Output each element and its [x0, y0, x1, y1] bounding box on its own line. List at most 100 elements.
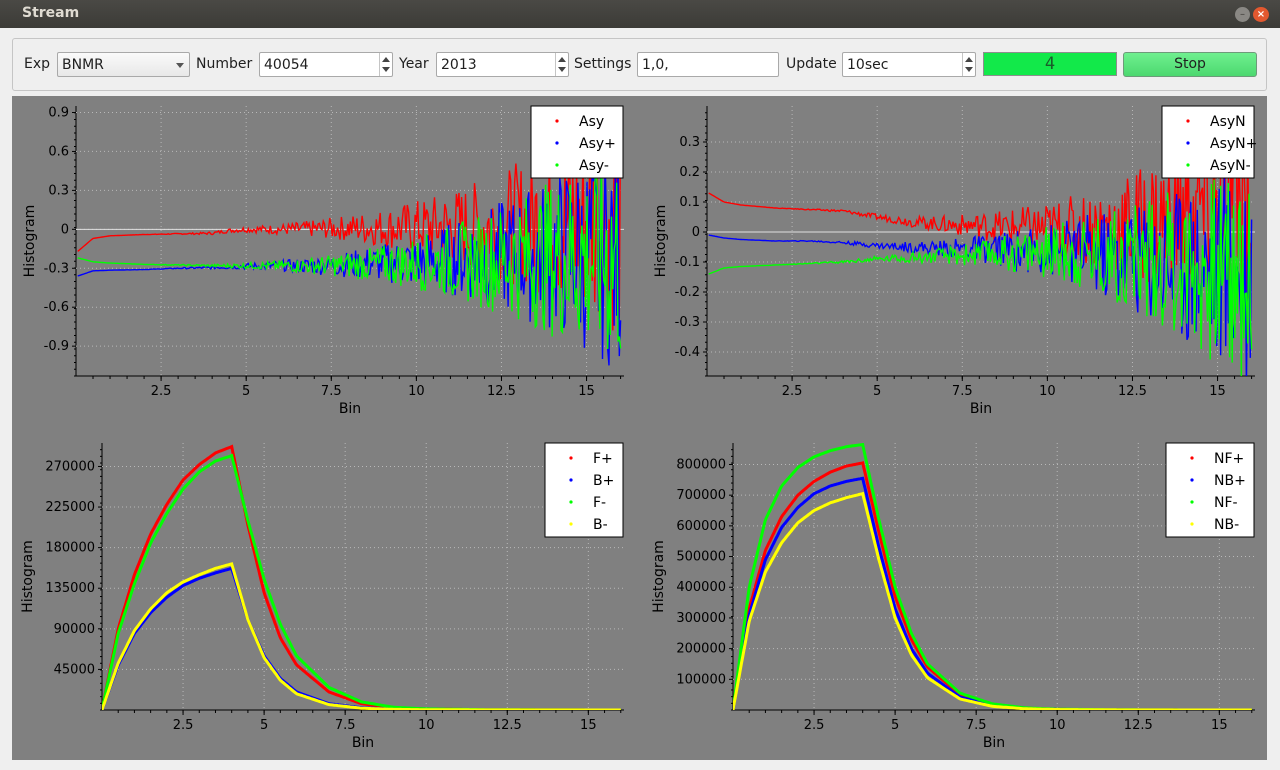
y-tick-label: 800000: [676, 457, 726, 472]
year-spinbox[interactable]: 2013: [436, 52, 569, 77]
y-tick-label: 0.3: [679, 135, 700, 150]
y-tick-label: -0.3: [675, 315, 700, 330]
legend-marker: [569, 478, 573, 482]
plot-4: 800000 700000 600000 500000 400000 300000 2000…: [651, 442, 1255, 751]
x-tick-label: 10: [1039, 384, 1056, 399]
legend-marker: [1190, 500, 1194, 504]
y-axis-label: Histogram: [22, 205, 38, 278]
x-tick-label: 7.5: [966, 718, 987, 733]
plot-area: 0.9 0.6 0.3 0 -0.3 -0.6 -0.9 2.5 5 7.5 10 12.5 15 Bin…: [12, 96, 1267, 760]
spin-up-icon[interactable]: [965, 57, 973, 62]
y-tick-label: 0: [692, 225, 700, 240]
year-label: Year: [399, 56, 429, 72]
legend-marker: [569, 522, 573, 526]
y-tick-label: -0.2: [675, 285, 700, 300]
stop-button[interactable]: Stop: [1123, 52, 1257, 77]
legend-label: AsyN: [1210, 114, 1246, 130]
legend-label: B-: [593, 517, 608, 533]
x-tick-label: 10: [418, 718, 435, 733]
y-tick-label: 600000: [676, 519, 726, 534]
legend-label: F-: [593, 495, 606, 511]
year-value: 2013: [441, 57, 477, 73]
plot-3: 270000 225000 180000 135000 90000 45000 2.5 5 7.…: [20, 442, 624, 751]
stream-window: Stream – × Exp BNMR Number 40054 Year 20…: [0, 0, 1280, 770]
spin-up-icon[interactable]: [382, 57, 390, 62]
number-label: Number: [196, 56, 253, 72]
legend-label: NB-: [1214, 517, 1239, 533]
y-axis-label: Histogram: [20, 540, 36, 613]
y-tick-label: -0.1: [675, 255, 700, 270]
y-tick-label: -0.9: [44, 339, 69, 354]
x-tick-label: 7.5: [335, 718, 356, 733]
exp-combobox[interactable]: BNMR: [57, 52, 190, 77]
legend-marker: [1190, 456, 1194, 460]
settings-input[interactable]: 1,0,: [637, 52, 779, 77]
spin-down-icon[interactable]: [965, 67, 973, 72]
x-tick-label: 15: [1209, 384, 1226, 399]
y-tick-label: 0.2: [679, 165, 700, 180]
x-tick-label: 7.5: [952, 384, 973, 399]
update-spinbox[interactable]: 10sec: [842, 52, 976, 77]
legend-marker: [1186, 119, 1190, 123]
legend: Asy Asy+ Asy-: [530, 105, 624, 179]
settings-label: Settings: [574, 56, 632, 72]
legend-label: Asy: [579, 114, 604, 130]
plot-2: 0.3 0.2 0.1 0 -0.1 -0.2 -0.3 -0.4 2.5 5 7.5 10 12.5 1…: [653, 105, 1257, 417]
legend-marker: [555, 119, 559, 123]
chevron-down-icon: [176, 63, 184, 68]
x-tick-label: 12.5: [493, 718, 522, 733]
minimize-icon[interactable]: –: [1235, 7, 1250, 22]
y-tick-label: 0.3: [48, 183, 69, 198]
exp-label: Exp: [24, 56, 51, 72]
legend: AsyN AsyN+ AsyN-: [1161, 105, 1257, 179]
update-spin-buttons[interactable]: [962, 53, 975, 76]
x-axis-label: Bin: [352, 735, 374, 751]
legend-label: NF-: [1214, 495, 1238, 511]
x-tick-label: 5: [260, 718, 268, 733]
legend: NF+ NB+ NF- NB-: [1165, 442, 1255, 538]
y-tick-label: 45000: [54, 662, 95, 677]
legend-marker: [1190, 522, 1194, 526]
y-tick-label: 135000: [45, 581, 95, 596]
legend-marker: [569, 456, 573, 460]
y-tick-label: 180000: [45, 541, 95, 556]
series-trace: [102, 444, 621, 710]
legend-label: Asy-: [579, 158, 609, 174]
y-tick-label: -0.6: [44, 300, 69, 315]
spin-down-icon[interactable]: [382, 67, 390, 72]
x-tick-label: 5: [873, 384, 881, 399]
x-tick-label: 7.5: [321, 384, 342, 399]
series-F+: [102, 444, 621, 710]
x-tick-label: 5: [242, 384, 250, 399]
x-tick-label: 2.5: [151, 384, 172, 399]
y-tick-label: 0.1: [679, 195, 700, 210]
close-icon[interactable]: ×: [1253, 7, 1269, 22]
spin-up-icon[interactable]: [558, 57, 566, 62]
year-spin-buttons[interactable]: [555, 53, 568, 76]
x-tick-label: 12.5: [1118, 384, 1147, 399]
y-tick-label: 225000: [45, 500, 95, 515]
legend-label: AsyN-: [1210, 158, 1251, 174]
legend-marker: [1186, 141, 1190, 145]
y-tick-label: 0.6: [48, 144, 69, 159]
y-tick-label: 0: [61, 222, 69, 237]
y-tick-label: 500000: [676, 550, 726, 565]
toolbar: Exp BNMR Number 40054 Year 2013 Settings…: [12, 38, 1267, 91]
x-tick-label: 2.5: [173, 718, 194, 733]
number-spin-buttons[interactable]: [379, 53, 392, 76]
legend-marker: [1190, 478, 1194, 482]
legend-label: F+: [593, 451, 613, 467]
legend-label: B+: [593, 473, 614, 489]
spin-down-icon[interactable]: [558, 67, 566, 72]
plots-canvas: 0.9 0.6 0.3 0 -0.3 -0.6 -0.9 2.5 5 7.5 10 12.5 15 Bin…: [20, 105, 1257, 751]
y-tick-label: 400000: [676, 580, 726, 595]
x-tick-label: 15: [1211, 718, 1228, 733]
plot-1: 0.9 0.6 0.3 0 -0.3 -0.6 -0.9 2.5 5 7.5 10 12.5 15 Bin…: [22, 105, 624, 417]
x-axis-label: Bin: [339, 401, 361, 417]
number-spinbox[interactable]: 40054: [259, 52, 393, 77]
x-tick-label: 15: [578, 384, 595, 399]
cycle-counter-display: 4: [983, 52, 1117, 76]
legend-label: NB+: [1214, 473, 1246, 489]
x-axis-label: Bin: [983, 735, 1005, 751]
x-tick-label: 10: [1049, 718, 1066, 733]
